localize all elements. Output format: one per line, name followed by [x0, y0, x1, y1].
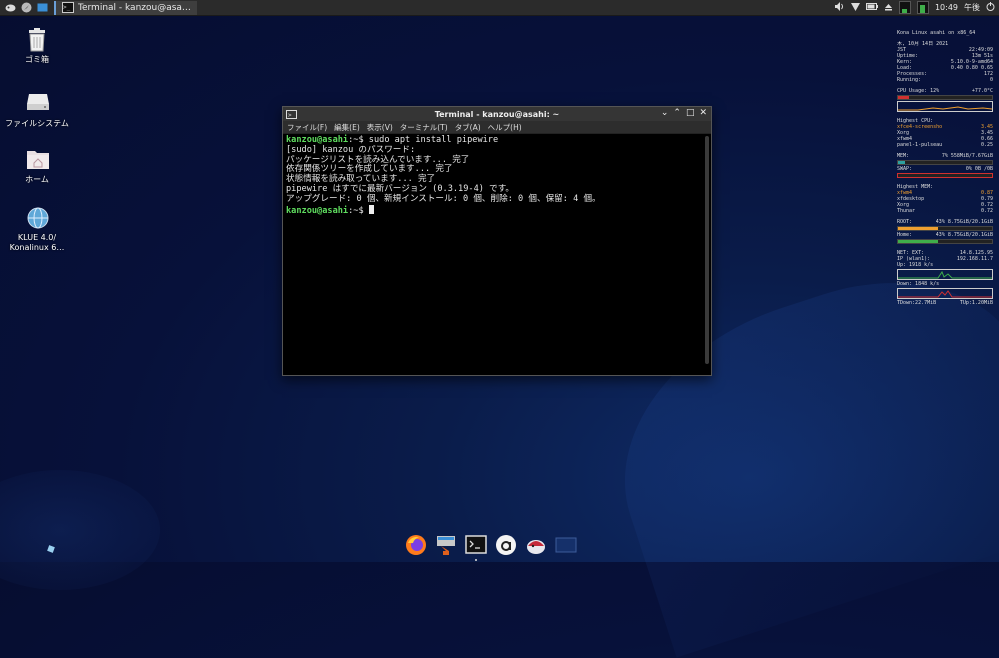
conky-mem-label: MEM:	[897, 153, 910, 159]
window-title: Terminal - kanzou@asahi: ~	[434, 109, 560, 119]
mem-usage-bar	[897, 160, 993, 165]
root-usage-bar	[897, 226, 993, 231]
drive-icon	[26, 92, 49, 116]
volume-icon[interactable]	[834, 2, 845, 13]
trash-icon	[26, 28, 48, 52]
running-indicator	[475, 559, 477, 561]
prompt-user: kanzou@asahi	[286, 205, 349, 216]
desktop-icon-label: ゴミ箱	[25, 55, 49, 64]
swap-usage-bar	[897, 173, 993, 178]
desktop-icon-filesystem[interactable]: ファイルシステム	[2, 92, 72, 129]
download-graph	[897, 288, 993, 299]
dock-file-manager[interactable]	[435, 534, 457, 556]
current-prompt-line: kanzou@asahi:~$	[286, 204, 708, 217]
conky-tdown: TDown:22.7MiB	[897, 300, 937, 306]
restore-icon[interactable]: ⌃	[673, 108, 681, 118]
home-folder-icon	[26, 148, 49, 172]
upload-graph	[897, 269, 993, 280]
conky-cpu-temp: +77.0°C	[971, 88, 993, 94]
bird-mascot-icon	[527, 540, 545, 554]
cpu-proc-val: 0.25	[980, 142, 993, 148]
dock-bird-app[interactable]	[525, 534, 547, 556]
menu-terminal[interactable]: ターミナル(T)	[400, 122, 448, 133]
conky-home: 43% 8.75GiB/20.1GiB	[935, 232, 993, 238]
taskbar-window-label: Terminal - kanzou@asa…	[78, 2, 191, 13]
cpu-usage-bar	[897, 95, 993, 100]
eject-icon[interactable]	[884, 3, 893, 13]
desktop-icon-label: ファイルシステム	[5, 119, 69, 128]
conky-cpu-label: CPU Usage: 12%	[897, 88, 940, 94]
taskbar-window-terminal[interactable]: >_ Terminal - kanzou@asa…	[54, 0, 197, 15]
firefox-icon	[406, 535, 426, 555]
command-text: sudo apt install pipewire	[363, 135, 499, 145]
battery-icon[interactable]	[865, 3, 878, 12]
cpu-proc-name: panel-1-pulseau	[897, 142, 943, 148]
maximize-icon[interactable]: □	[686, 108, 695, 118]
app-menu-icon[interactable]	[4, 2, 16, 14]
terminal-menubar: ファイル(F) 編集(E) 表示(V) ターミナル(T) タブ(A) ヘルプ(H…	[283, 121, 711, 134]
desktop-icon-home[interactable]: ホーム	[2, 148, 72, 185]
network-icon[interactable]	[850, 2, 860, 13]
conky-swap: 0% 0B /0B	[965, 166, 993, 172]
workspace-switcher-icon	[555, 537, 577, 553]
logout-icon[interactable]	[986, 2, 995, 13]
conky-up-label: Up: 1918 k/s	[897, 262, 934, 268]
show-desktop-icon[interactable]	[36, 2, 48, 14]
prompt-suffix: :~$	[348, 135, 364, 145]
top-panel: >_ Terminal - kanzou@asa… 10:49 午後	[0, 0, 999, 16]
output-line: アップグレード: 0 個、新規インストール: 0 個、削除: 0 個、保留: 4…	[286, 193, 601, 204]
menu-edit[interactable]: 編集(E)	[334, 122, 360, 133]
conky-running-label: Running:	[897, 77, 922, 83]
desktop-icon-label: KLUE 4.0/ Konalinux 6…	[9, 233, 65, 252]
cpu-monitor-graph[interactable]	[898, 1, 911, 14]
dock-firefox[interactable]	[405, 534, 427, 556]
menu-tabs[interactable]: タブ(A)	[455, 122, 481, 133]
terminal-scrollbar[interactable]	[705, 136, 709, 364]
conky-tup: TUp:1.20MiB	[959, 300, 993, 306]
desktop-icon-label: ホーム	[25, 175, 49, 184]
a-letter-icon	[496, 535, 516, 555]
clock-time[interactable]: 10:49	[935, 3, 958, 12]
terminal-icon	[465, 535, 487, 554]
wallpaper-glow	[0, 470, 160, 590]
home-usage-bar	[897, 239, 993, 244]
dock-workspace[interactable]	[555, 534, 577, 556]
mem-proc-name: Thunar	[897, 208, 916, 214]
terminal-output[interactable]: kanzou@asahi:~$ sudo apt install pipewir…	[283, 134, 711, 374]
mem-proc-val: 0.72	[980, 208, 993, 214]
desktop-icon-trash[interactable]: ゴミ箱	[2, 28, 72, 65]
file-manager-icon	[437, 536, 455, 555]
conky-root: 43% 8.75GiB/20.1GiB	[935, 219, 993, 225]
cpu-graph	[897, 101, 993, 112]
net-monitor-graph[interactable]	[916, 1, 929, 14]
dock-terminal[interactable]	[465, 534, 487, 561]
prompt-suffix: :~$	[348, 205, 364, 216]
prompt-user: kanzou@asahi	[286, 135, 349, 145]
conky-root-label: ROOT:	[897, 219, 913, 225]
conky-down-label: Down: 1848 k/s	[897, 281, 940, 287]
conky-mem: 7% 558MiB/7.67GiB	[941, 153, 993, 159]
dock-appstore[interactable]	[495, 534, 517, 556]
browser-launcher-icon[interactable]	[20, 2, 32, 14]
terminal-titlebar[interactable]: >_ Terminal - kanzou@asahi: ~ ⌄ ⌃ □ ✕	[283, 107, 711, 121]
minimize-icon[interactable]: ⌄	[661, 108, 669, 118]
menu-file[interactable]: ファイル(F)	[287, 122, 327, 133]
conky-swap-label: SWAP:	[897, 166, 913, 172]
close-icon[interactable]: ✕	[699, 108, 707, 118]
clock-ampm: 午後	[964, 3, 980, 12]
desktop-icon-klue[interactable]: KLUE 4.0/ Konalinux 6…	[2, 206, 72, 253]
menu-view[interactable]: 表示(V)	[367, 122, 393, 133]
terminal-window[interactable]: >_ Terminal - kanzou@asahi: ~ ⌄ ⌃ □ ✕ ファ…	[282, 106, 712, 376]
conky-running: 0	[989, 77, 993, 83]
menu-help[interactable]: ヘルプ(H)	[488, 122, 522, 133]
corner-sparkle-icon	[47, 538, 55, 557]
conky-monitor: Kona Linux asahi on x86_64 木, 10月 14日 20…	[897, 30, 993, 306]
conky-home-label: Home:	[897, 232, 913, 238]
terminal-icon: >_	[62, 2, 74, 13]
text-cursor	[368, 204, 374, 214]
globe-icon	[26, 206, 49, 230]
conky-ip: 192.168.11.7	[956, 256, 993, 262]
dock	[405, 529, 577, 561]
